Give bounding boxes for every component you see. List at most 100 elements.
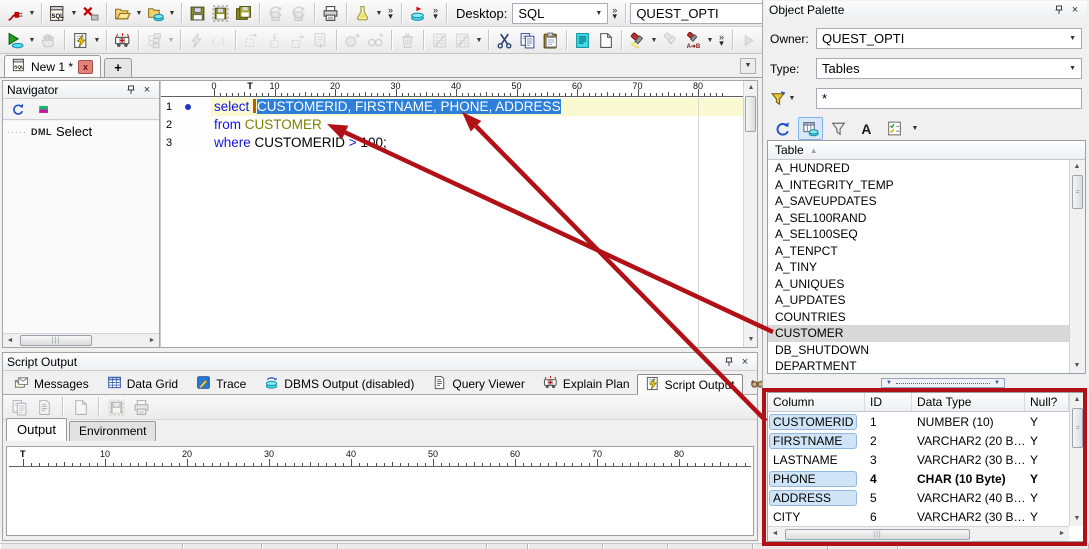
splitter-button[interactable]: ▼ ▼ [881,378,1005,388]
code-text[interactable]: from CUSTOMER [211,116,743,134]
table-list-item[interactable]: COUNTRIES [768,309,1069,326]
table-list-item[interactable]: A_SEL100SEQ [768,226,1069,243]
palette-options-dropdown[interactable]: ▼ [910,125,920,132]
toolbar-overflow-button[interactable]: » ▾ [715,34,728,46]
table-list-item[interactable]: A_SAVEUPDATES [768,193,1069,210]
tab-environment[interactable]: Environment [69,421,156,441]
editor-tab-new1[interactable]: SQL New 1 * x [4,55,101,77]
filter-objects-icon[interactable] [826,117,851,140]
font-options-icon[interactable]: A [854,117,879,140]
chevron-down-icon[interactable]: ▼ [1066,35,1079,42]
scrollbar-thumb[interactable] [745,96,756,132]
toolbar-overflow-button[interactable]: » ▾ [384,7,397,19]
cell-data-type[interactable]: CHAR (10 Byte) [912,472,1025,486]
filter-funnel-icon[interactable]: ▼ [770,90,816,107]
close-icon[interactable]: × [737,355,753,369]
messages-icon[interactable] [14,375,29,393]
cell-data-type[interactable]: VARCHAR2 (20 B… [912,434,1025,448]
cell-data-type[interactable]: VARCHAR2 (30 B… [912,453,1025,467]
cell-id[interactable]: 5 [865,491,912,505]
find-and-replace-dropdown[interactable]: ▼ [705,37,715,44]
cell-id[interactable]: 2 [865,434,912,448]
refresh-navigator-icon[interactable] [9,100,27,118]
result-tab-trace[interactable]: Trace [189,373,253,394]
table-list-item[interactable]: DEPARTMENT [768,358,1069,373]
table-list-item[interactable]: A_INTEGRITY_TEMP [768,177,1069,194]
cell-data-type[interactable]: VARCHAR2 (30 B… [912,510,1025,524]
editor-gutter[interactable]: 1 [161,98,211,116]
cell-column-name[interactable]: CUSTOMERID [768,414,865,430]
scrollbar-thumb[interactable]: = [1072,175,1083,209]
query-viewer-icon[interactable] [432,375,447,393]
new-sql-window-dropdown[interactable]: ▼ [69,10,79,17]
palette-options-icon[interactable] [882,117,907,140]
show-column-details-icon[interactable] [798,117,823,140]
result-tab-explain-plan[interactable]: Explain Plan [536,373,637,394]
tab-output[interactable]: Output [6,418,67,441]
find-dropdown[interactable]: ▼ [649,37,659,44]
result-tab-messages[interactable]: Messages [7,373,96,394]
cell-nullable[interactable]: Y [1025,510,1069,524]
toolbar-overflow-button[interactable]: » ▾ [429,7,442,19]
execute-as-script-icon[interactable] [69,29,92,51]
scroll-right-icon[interactable]: ► [145,334,159,348]
sql-editor[interactable]: 01020304050607080T 1select CUSTOMERID, F… [160,80,758,348]
execute-statement-dropdown[interactable]: ▼ [27,37,37,44]
navigator-legend-icon[interactable] [35,100,53,118]
print-icon[interactable] [319,2,342,24]
pin-icon[interactable] [123,83,139,97]
cell-id[interactable]: 3 [865,453,912,467]
tab-list-dropdown-button[interactable]: ▼ [740,58,756,74]
pin-icon[interactable] [1051,3,1067,17]
close-icon[interactable]: × [139,83,155,97]
code-tester-dropdown[interactable]: ▼ [374,10,384,17]
code-text[interactable]: select CUSTOMERID, FIRSTNAME, PHONE, ADD… [211,98,743,116]
cell-id[interactable]: 4 [865,472,912,486]
editor-lines[interactable]: 1select CUSTOMERID, FIRSTNAME, PHONE, AD… [161,98,743,347]
execute-as-script-dropdown[interactable]: ▼ [92,37,102,44]
cell-nullable[interactable]: Y [1025,434,1069,448]
scroll-right-icon[interactable]: ► [1055,527,1069,541]
toolbar-overflow-button[interactable]: » ▾ [608,7,621,19]
navigator-horizontal-scrollbar[interactable]: ◄ ||| ► [3,333,159,347]
grid-header-datatype[interactable]: Data Type [912,393,1025,411]
scroll-up-icon[interactable]: ▲ [744,81,758,95]
open-file-icon[interactable] [111,2,134,24]
new-document-icon[interactable] [594,29,617,51]
cell-nullable[interactable]: Y [1025,415,1069,429]
table-list-item[interactable]: A_TINY [768,259,1069,276]
editor-line[interactable]: 2from CUSTOMER [161,116,743,134]
cell-column-name[interactable]: ADDRESS [768,490,865,506]
cell-nullable[interactable]: Y [1025,491,1069,505]
scroll-down-icon[interactable]: ▼ [744,333,758,347]
grid-row[interactable]: LASTNAME3VARCHAR2 (30 B…Y [768,450,1069,469]
paste-icon[interactable] [539,29,562,51]
connection-combo[interactable]: QUEST_OPTI▼ [630,3,780,24]
desktop-combo[interactable]: SQL▼ [512,3,608,24]
result-tab-data-grid[interactable]: Data Grid [100,373,185,394]
editor-line[interactable]: 1select CUSTOMERID, FIRSTNAME, PHONE, AD… [161,98,743,116]
scroll-left-icon[interactable]: ◄ [768,527,782,541]
scroll-down-icon[interactable]: ▼ [1070,359,1084,373]
result-tab-script-output[interactable]: Script Output [637,374,743,395]
disconnect-icon[interactable] [79,2,102,24]
grid-header-id[interactable]: ID [865,393,912,411]
grid-row[interactable]: CUSTOMERID1NUMBER (10)Y [768,412,1069,431]
cell-nullable[interactable]: Y [1025,453,1069,467]
chevron-down-icon[interactable]: ▼ [592,10,605,17]
grid-vertical-scrollbar[interactable]: ▲ = ▼ [1069,393,1085,526]
new-sql-window-icon[interactable]: SQL [46,2,69,24]
new-connection-dropdown[interactable]: ▼ [27,10,37,17]
save-as-icon[interactable] [209,2,232,24]
grid-row[interactable]: FIRSTNAME2VARCHAR2 (20 B…Y [768,431,1069,450]
grid-horizontal-scrollbar[interactable]: ◄ ||| ► [768,526,1069,541]
chevron-down-icon[interactable]: ▼ [1066,65,1079,72]
refresh-palette-icon[interactable] [770,117,795,140]
scroll-down-icon[interactable]: ▼ [1070,512,1084,526]
pin-icon[interactable] [721,355,737,369]
open-file-dropdown[interactable]: ▼ [134,10,144,17]
close-icon[interactable]: × [1067,3,1083,17]
editor-gutter[interactable]: 3 [161,134,211,152]
scroll-left-icon[interactable]: ◄ [3,334,17,348]
find-icon[interactable] [626,29,649,51]
